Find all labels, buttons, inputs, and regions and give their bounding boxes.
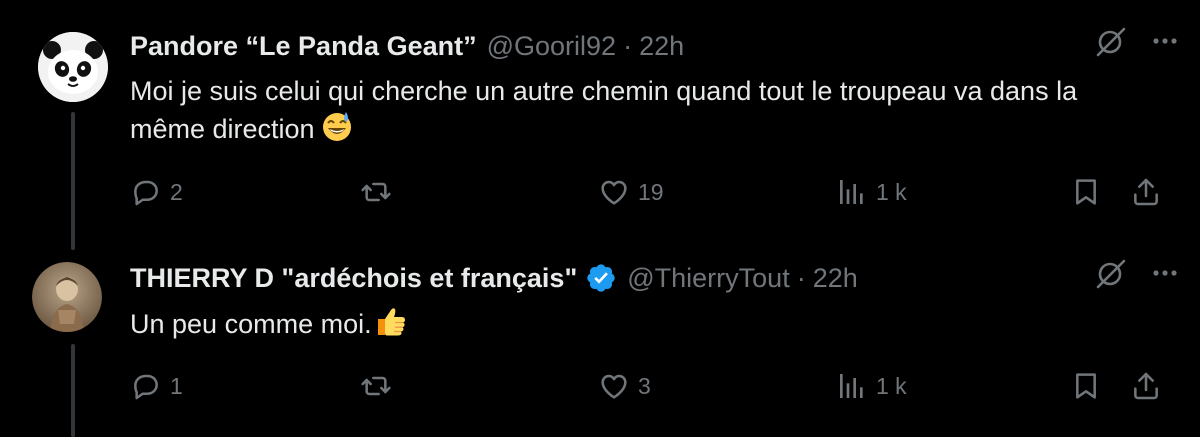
view-count: 1 k — [876, 372, 907, 399]
panda-avatar[interactable] — [38, 32, 108, 102]
share-icon — [1134, 178, 1158, 206]
grok-icon[interactable] — [1094, 24, 1128, 58]
retweet-button[interactable] — [360, 176, 400, 208]
tweet-top-actions — [1094, 24, 1180, 58]
tweet-text-content: Moi je suis celui qui cherche un autre c… — [130, 76, 1078, 145]
tweet-text-content: Un peu comme moi. — [130, 309, 372, 340]
display-name[interactable]: THIERRY D "ardéchois et français" — [130, 263, 577, 294]
display-name[interactable]: Pandore “Le Panda Geant” — [130, 31, 477, 62]
views-icon — [840, 180, 863, 204]
reply-button[interactable]: 2 — [130, 176, 183, 208]
bookmark-button[interactable] — [1070, 370, 1102, 402]
verified-badge-icon[interactable] — [585, 262, 617, 294]
views-button[interactable]: 1 k — [836, 370, 907, 402]
share-button[interactable] — [1130, 370, 1162, 402]
like-count: 19 — [638, 178, 664, 205]
retweet-button[interactable] — [360, 370, 400, 402]
views-button[interactable]: 1 k — [836, 176, 907, 208]
tweet-actions: 2 19 1 k — [130, 176, 1180, 216]
more-options-icon[interactable] — [1150, 26, 1180, 56]
tweet-2: THIERRY D "ardéchois et français" @Thier… — [130, 258, 1180, 437]
tweet-actions: 1 3 1 k — [130, 370, 1180, 410]
like-button[interactable]: 19 — [598, 176, 664, 208]
views-icon — [840, 374, 863, 398]
tweet-header: Pandore “Le Panda Geant” @Gooril92 · 22h — [130, 26, 684, 66]
separator-dot: · — [796, 262, 806, 293]
retweet-icon — [361, 182, 391, 202]
share-button[interactable] — [1130, 176, 1162, 208]
reply-icon — [134, 374, 158, 400]
bookmark-icon — [1076, 373, 1096, 399]
grok-icon[interactable] — [1094, 256, 1128, 290]
user-handle[interactable]: @ThierryTout — [627, 263, 789, 294]
tweet-header: THIERRY D "ardéchois et français" @Thier… — [130, 258, 858, 298]
timestamp[interactable]: 22h — [639, 31, 684, 62]
like-button[interactable]: 3 — [598, 370, 651, 402]
view-count: 1 k — [876, 178, 907, 205]
tweet-1: Pandore “Le Panda Geant” @Gooril92 · 22h… — [130, 26, 1180, 216]
like-count: 3 — [638, 372, 651, 399]
reply-button[interactable]: 1 — [130, 370, 183, 402]
thread-connector-line-2 — [71, 344, 75, 437]
reply-icon — [134, 180, 158, 206]
child-photo-avatar[interactable] — [32, 262, 102, 332]
reply-count: 1 — [170, 372, 183, 399]
reply-count: 2 — [170, 178, 183, 205]
thread-connector-line — [71, 112, 75, 250]
tweet-text: Moi je suis celui qui cherche un autre c… — [130, 72, 1130, 152]
thumbs-up-emoji — [374, 304, 408, 348]
bookmark-icon — [1076, 179, 1096, 205]
retweet-icon — [361, 376, 391, 396]
separator-dot: · — [623, 30, 633, 61]
bookmark-button[interactable] — [1070, 176, 1102, 208]
heart-icon — [601, 374, 627, 399]
heart-icon — [601, 180, 627, 205]
sweat-smile-emoji — [321, 110, 353, 152]
timestamp[interactable]: 22h — [813, 263, 858, 294]
tweet-top-actions — [1094, 256, 1180, 290]
user-handle[interactable]: @Gooril92 — [487, 31, 616, 62]
tweet-text: Un peu comme moi. — [130, 304, 1130, 348]
share-icon — [1134, 372, 1158, 400]
more-options-icon[interactable] — [1150, 258, 1180, 288]
